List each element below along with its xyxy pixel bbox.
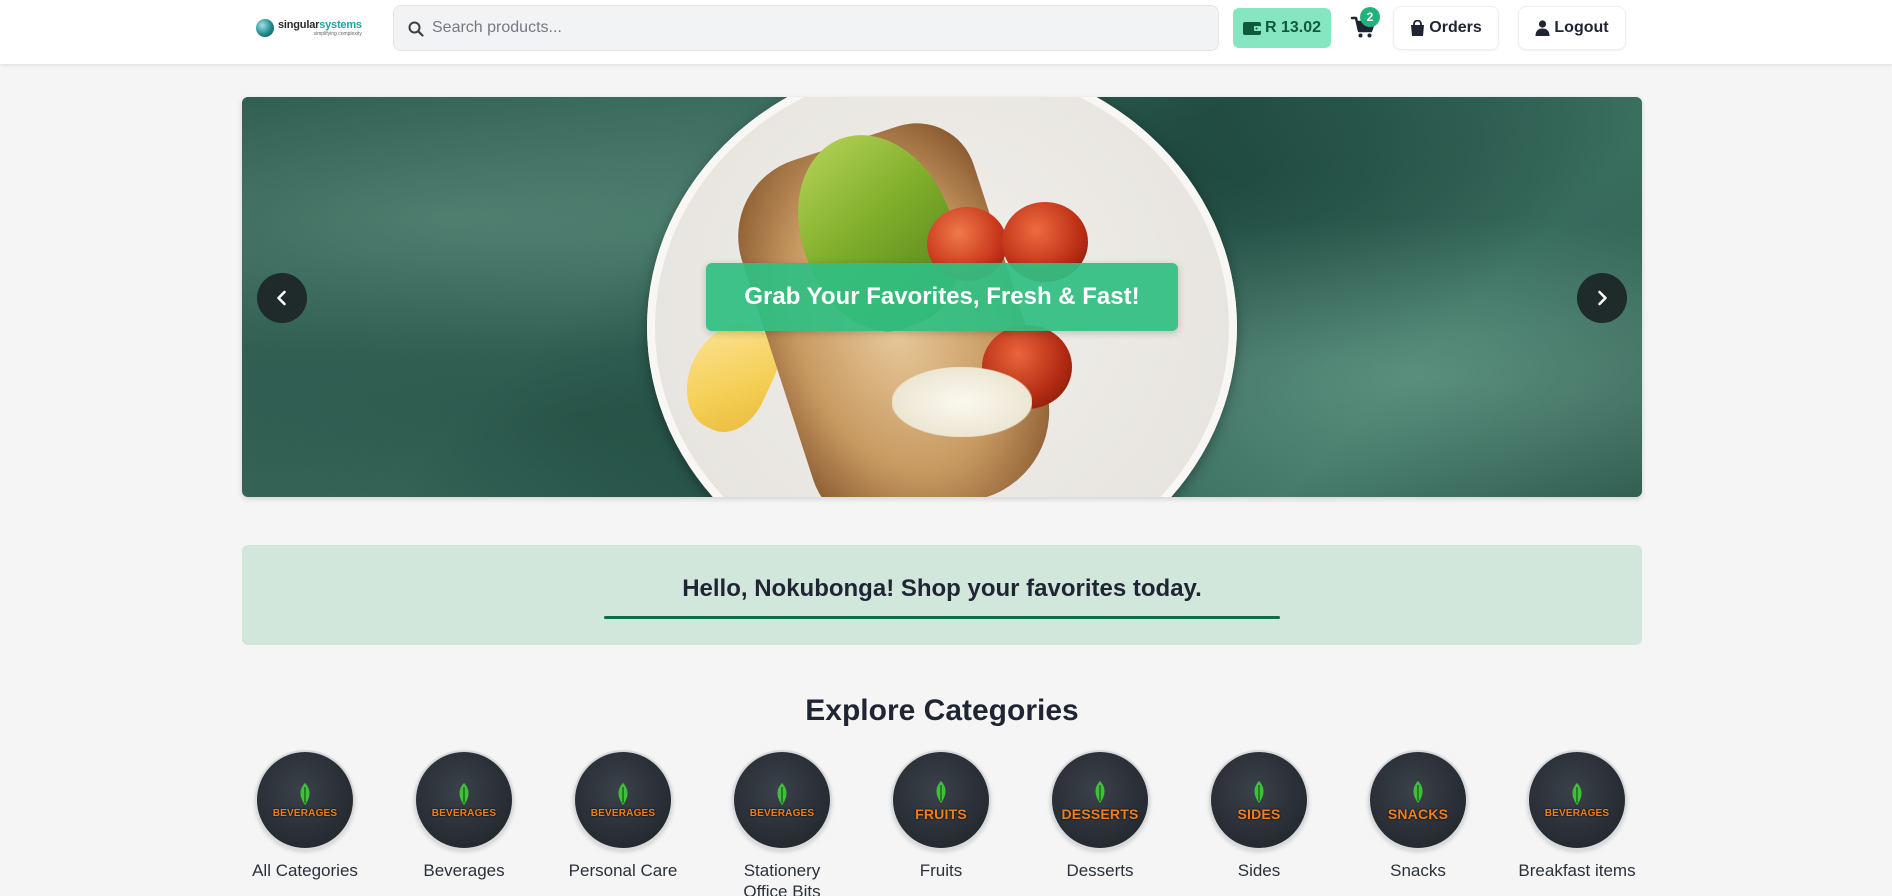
category-badge-text: BEVERAGES [749, 808, 815, 819]
leaf-icon [1095, 780, 1105, 803]
leaf-icon [936, 780, 946, 803]
wallet-icon [1242, 22, 1261, 35]
leaf-icon [300, 783, 310, 805]
orders-label: Orders [1429, 19, 1482, 36]
logout-button[interactable]: Logout [1518, 6, 1626, 50]
leaf-icon [1572, 783, 1582, 805]
search-bar [393, 5, 1219, 51]
category-item[interactable]: BEVERAGES Stationery Office Bits [717, 750, 847, 896]
category-label: Stationery Office Bits [743, 861, 821, 896]
category-label: Personal Care [568, 861, 678, 880]
search-icon [408, 21, 424, 37]
category-image: BEVERAGES [1527, 750, 1627, 850]
greeting-underline [604, 616, 1280, 619]
carousel-next-button[interactable] [1577, 273, 1627, 323]
leaf-icon [618, 783, 628, 805]
category-item[interactable]: BEVERAGES Breakfast items [1512, 750, 1642, 881]
logo-globe-icon [256, 19, 274, 37]
category-badge-text: FRUITS [915, 805, 967, 822]
category-label: Breakfast items [1518, 861, 1636, 880]
logo-text: singularsystems simplifying complexity [278, 18, 362, 37]
category-badge-text: BEVERAGES [431, 808, 497, 819]
company-logo[interactable]: singularsystems simplifying complexity [256, 14, 380, 42]
category-image: SNACKS [1368, 750, 1468, 850]
hero-cheese-image [892, 367, 1032, 437]
chevron-left-icon [277, 290, 286, 306]
category-item[interactable]: DESSERTS Desserts [1035, 750, 1165, 881]
category-image: BEVERAGES [414, 750, 514, 850]
category-item[interactable]: BEVERAGES All Categories [240, 750, 370, 881]
user-icon [1535, 20, 1550, 36]
orders-button[interactable]: Orders [1393, 6, 1499, 50]
category-label: Desserts [1066, 861, 1134, 880]
categories-heading: Explore Categories [805, 694, 1079, 727]
wallet-balance-button[interactable]: R 13.02 [1233, 8, 1331, 48]
hero-carousel: Grab Your Favorites, Fresh & Fast! [242, 97, 1642, 497]
category-label: Fruits [919, 861, 963, 880]
category-label: Snacks [1390, 861, 1446, 880]
carousel-prev-button[interactable] [257, 273, 307, 323]
shopping-bag-icon [1411, 20, 1425, 36]
category-item[interactable]: BEVERAGES Beverages [399, 750, 529, 881]
category-image: BEVERAGES [255, 750, 355, 850]
category-image: DESSERTS [1050, 750, 1150, 850]
category-item[interactable]: SNACKS Snacks [1353, 750, 1483, 881]
chevron-right-icon [1598, 290, 1607, 306]
hero-caption: Grab Your Favorites, Fresh & Fast! [706, 263, 1178, 331]
logo-tagline: simplifying complexity [313, 30, 362, 37]
leaf-icon [459, 783, 469, 805]
category-badge-text: BEVERAGES [272, 808, 338, 819]
leaf-icon [1413, 780, 1423, 803]
logo-accent-text: systems [319, 18, 362, 31]
category-image: FRUITS [891, 750, 991, 850]
leaf-icon [1254, 780, 1264, 803]
category-item[interactable]: BEVERAGES Personal Care [558, 750, 688, 881]
search-input[interactable] [432, 6, 1192, 50]
category-item[interactable]: FRUITS Fruits [876, 750, 1006, 881]
cart-count-badge: 2 [1360, 7, 1380, 27]
category-item[interactable]: SIDES Sides [1194, 750, 1324, 881]
category-badge-text: BEVERAGES [590, 808, 656, 819]
category-image: SIDES [1209, 750, 1309, 850]
category-badge-text: SNACKS [1387, 805, 1449, 822]
category-image: BEVERAGES [732, 750, 832, 850]
category-badge-text: BEVERAGES [1544, 808, 1610, 819]
logo-main-text: singular [278, 18, 320, 31]
greeting-text: Hello, Nokubonga! Shop your favorites to… [682, 575, 1202, 602]
leaf-icon [777, 783, 787, 805]
wallet-amount: R 13.02 [1264, 19, 1322, 36]
category-label: All Categories [252, 861, 358, 880]
top-header: singularsystems simplifying complexity R… [0, 0, 1892, 64]
category-list: BEVERAGES All Categories BEVERAGES Bever… [242, 750, 1642, 896]
category-badge-text: DESSERTS [1061, 805, 1139, 822]
greeting-banner: Hello, Nokubonga! Shop your favorites to… [242, 545, 1642, 645]
logout-label: Logout [1554, 19, 1609, 36]
category-badge-text: SIDES [1237, 805, 1281, 822]
category-label: Beverages [423, 861, 505, 880]
category-label: Sides [1237, 861, 1281, 880]
category-image: BEVERAGES [573, 750, 673, 850]
